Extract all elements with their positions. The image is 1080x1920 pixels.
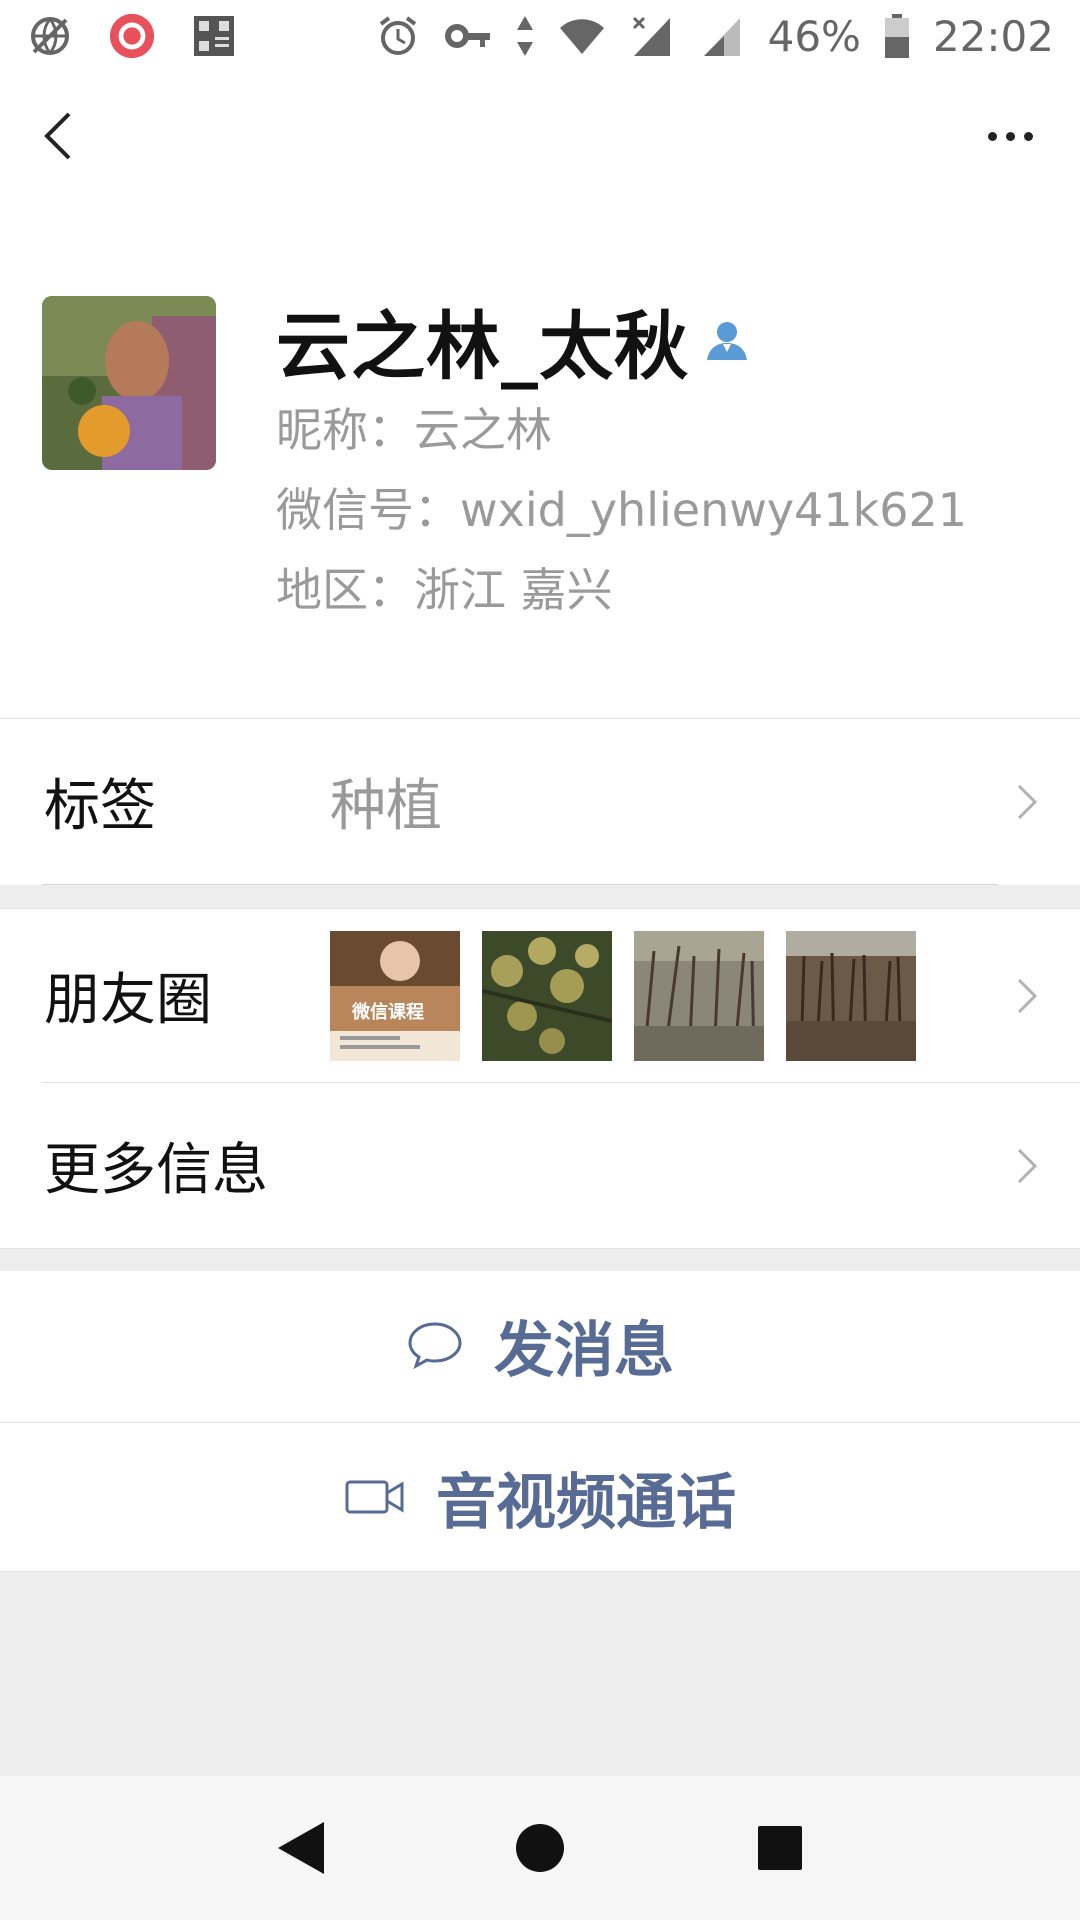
app-grid-icon	[190, 12, 238, 60]
send-message-button[interactable]: 发消息	[0, 1271, 1080, 1419]
tags-value: 种植	[330, 774, 442, 839]
chevron-right-icon	[1017, 978, 1038, 1013]
top-bar	[0, 92, 1080, 182]
empty-area	[0, 1572, 1080, 1776]
moment-thumbnail	[634, 930, 764, 1061]
tags-label: 标签	[44, 774, 156, 839]
chat-bubble-icon	[408, 1322, 462, 1370]
person-icon	[707, 322, 747, 360]
signal-icon	[698, 12, 746, 60]
thumbnail-text: 微信课程	[351, 1001, 424, 1023]
more-info-label: 更多信息	[44, 1138, 268, 1203]
moment-thumbnail	[786, 930, 916, 1061]
signal-no-sim-icon	[628, 12, 676, 60]
profile-header: 云之林_太秋 昵称：云之林 微信号：wxid_yhlienwy41k621 地区…	[0, 290, 1080, 630]
more-dots-icon	[987, 131, 997, 141]
wechat-id: 微信号：wxid_yhlienwy41k621	[276, 483, 968, 537]
section-gap	[0, 885, 1080, 909]
display-name: 云之林_太秋	[276, 303, 689, 390]
moments-thumbnails: 微信课程	[330, 930, 916, 1061]
battery-icon	[883, 12, 911, 60]
camera-record-icon	[108, 12, 156, 60]
chevron-right-icon	[1017, 1148, 1038, 1183]
back-button[interactable]	[26, 104, 90, 168]
square-recents-icon	[758, 1826, 802, 1870]
avatar[interactable]	[42, 296, 216, 470]
wifi-icon	[558, 12, 606, 60]
moment-thumbnail: 微信课程	[330, 930, 460, 1061]
moments-label: 朋友圈	[44, 968, 212, 1033]
moments-row[interactable]: 朋友圈 微信课程	[0, 909, 1080, 1082]
nav-home-button[interactable]	[500, 1808, 580, 1888]
send-message-label: 发消息	[494, 1315, 674, 1386]
more-button[interactable]	[970, 104, 1050, 168]
triangle-back-icon	[278, 1822, 324, 1874]
status-bar: 46% 22:02	[0, 0, 1080, 72]
nickname: 昵称：云之林	[276, 403, 552, 457]
region: 地区：浙江 嘉兴	[276, 563, 613, 617]
more-info-row[interactable]: 更多信息	[0, 1083, 1080, 1248]
nav-recents-button[interactable]	[740, 1808, 820, 1888]
video-camera-icon	[345, 1480, 404, 1514]
section-gap	[0, 1249, 1080, 1271]
chevron-left-icon	[44, 112, 71, 160]
data-arrows-icon	[514, 12, 536, 60]
system-navigation-bar	[0, 1776, 1080, 1920]
globe-crossed-icon	[26, 12, 74, 60]
chevron-right-icon	[1017, 784, 1038, 819]
nav-back-button[interactable]	[260, 1808, 340, 1888]
tags-row[interactable]: 标签 种植	[0, 719, 1080, 884]
moment-thumbnail	[482, 930, 612, 1061]
vpn-key-icon	[444, 12, 492, 60]
video-call-button[interactable]: 音视频通话	[0, 1423, 1080, 1571]
circle-home-icon	[516, 1824, 564, 1872]
video-call-label: 音视频通话	[436, 1467, 736, 1538]
clock: 22:02	[932, 11, 1054, 61]
alarm-icon	[374, 12, 422, 60]
battery-percent: 46%	[767, 11, 861, 61]
